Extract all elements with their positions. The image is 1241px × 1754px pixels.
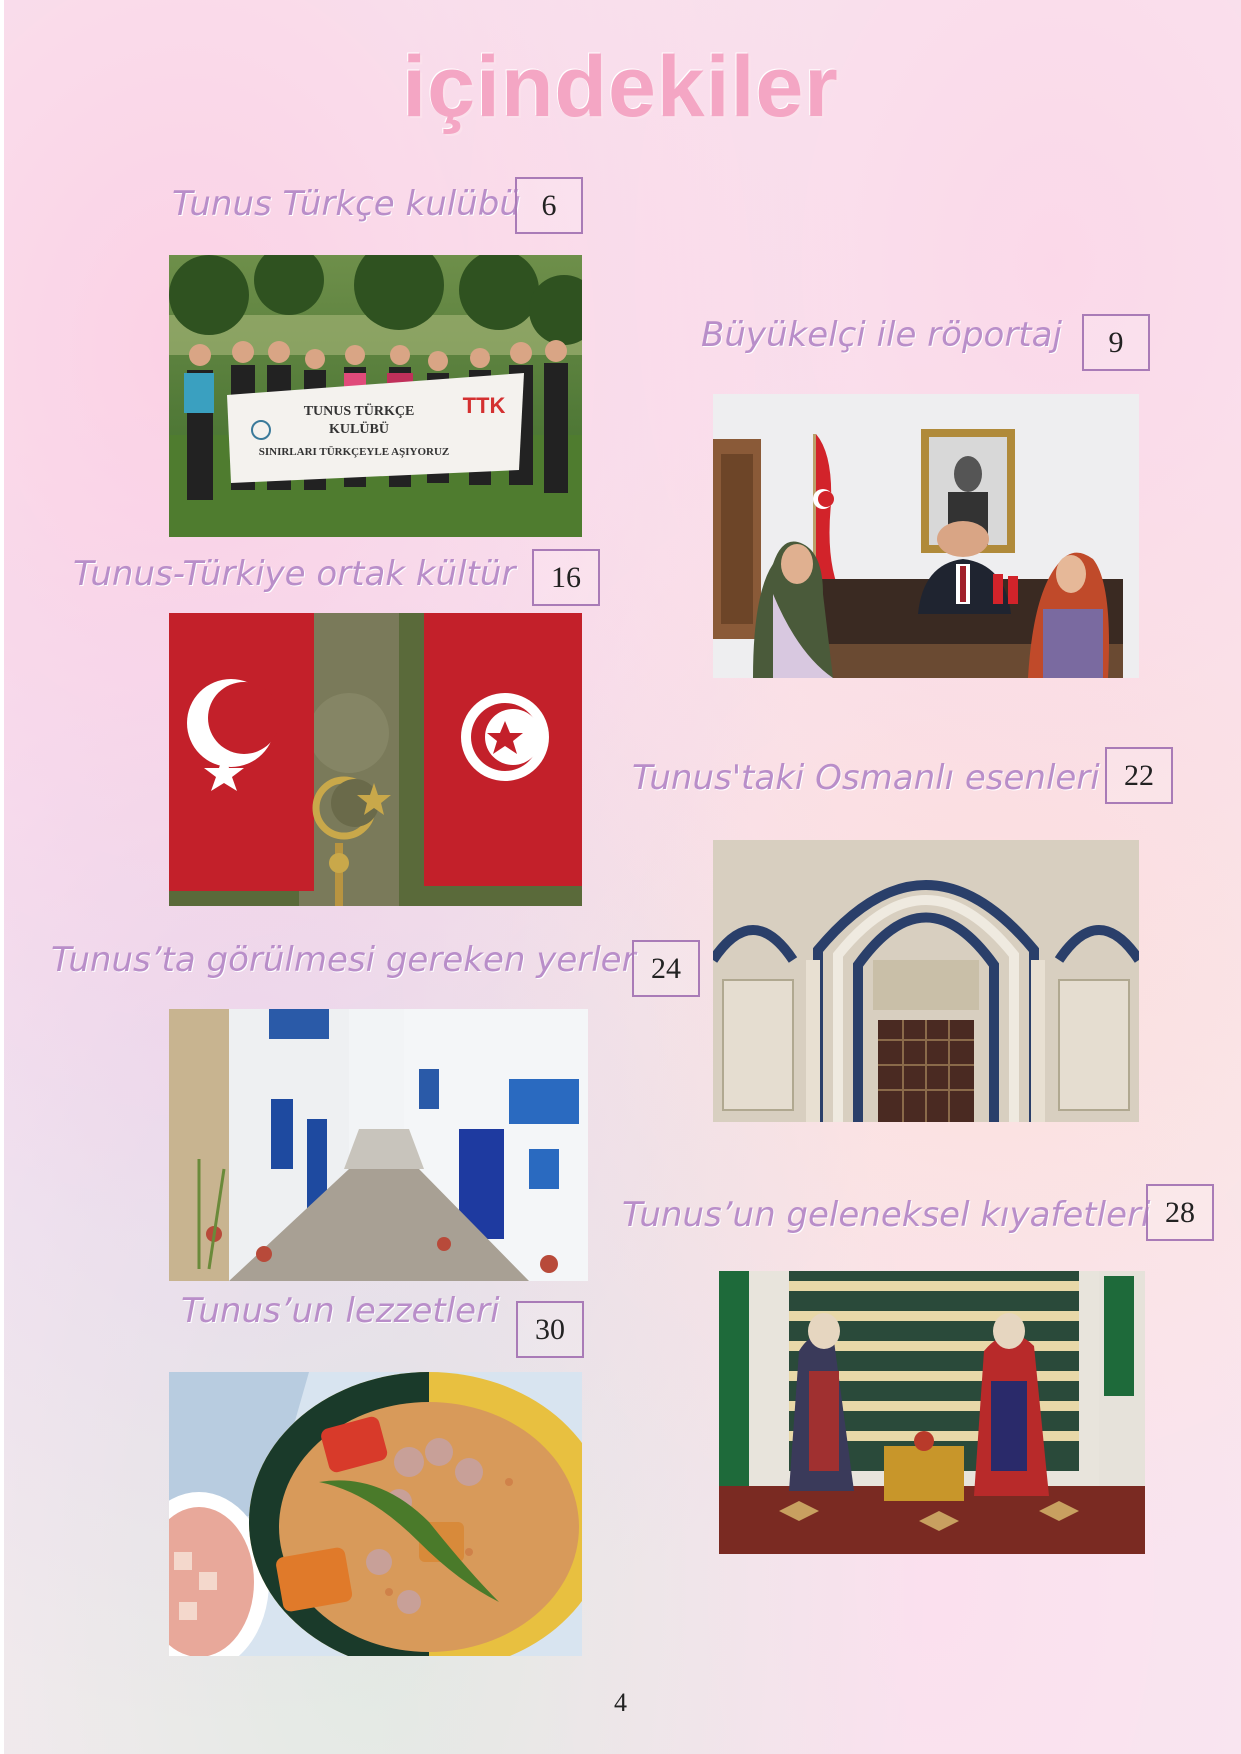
banner-line2: KULÜBÜ xyxy=(329,420,389,437)
toc-label: Tunus’un lezzetleri xyxy=(181,1291,500,1331)
blue-white-street-photo xyxy=(169,1009,588,1281)
page-title: içindekiler xyxy=(402,39,839,135)
toc-label: Tunus’un geleneksel kıyafetleri xyxy=(622,1195,1151,1235)
toc-entry-culture[interactable]: Tunus-Türkiye ortak kültür xyxy=(73,554,515,594)
toc-entry-flavors[interactable]: Tunus’un lezzetleri xyxy=(181,1291,500,1331)
toc-label: Tunus-Türkiye ortak kültür xyxy=(73,554,516,594)
toc-page-number: 22 xyxy=(1105,747,1173,804)
toc-label: Tunus Türkçe kulübü xyxy=(172,184,521,224)
page-number: 4 xyxy=(614,1688,627,1717)
flags-photo xyxy=(169,613,582,906)
couscous-dish-photo xyxy=(169,1372,582,1656)
toc-entry-places[interactable]: Tunus’ta görülmesi gereken yerler xyxy=(51,940,636,980)
club-group-banner-photo: TUNUS TÜRKÇE KULÜBÜ SINIRLARI TÜRKÇEYLE … xyxy=(169,255,582,537)
toc-page-number: 6 xyxy=(515,177,583,234)
banner-line1: TUNUS TÜRKÇE xyxy=(304,402,415,419)
ottoman-doorway-photo xyxy=(713,840,1139,1122)
banner-logo: TTK xyxy=(463,393,506,418)
banner-line3: SINIRLARI TÜRKÇEYLE AŞIYORUZ xyxy=(259,445,450,458)
toc-page-number: 24 xyxy=(632,940,700,997)
toc-label: Tunus'taki Osmanlı esenleri xyxy=(632,758,1100,798)
ambassador-office-photo xyxy=(713,394,1139,678)
toc-page-number: 9 xyxy=(1082,314,1150,371)
toc-entry-club[interactable]: Tunus Türkçe kulübü xyxy=(172,184,521,224)
toc-entry-ambassador[interactable]: Büyükelçi ile röportaj xyxy=(701,315,1062,355)
toc-entry-costumes[interactable]: Tunus’un geleneksel kıyafetleri xyxy=(622,1195,1150,1235)
toc-page-number: 28 xyxy=(1146,1184,1214,1241)
toc-page-number: 30 xyxy=(516,1301,584,1358)
toc-entry-ottoman[interactable]: Tunus'taki Osmanlı esenleri xyxy=(632,758,1100,798)
page-edge xyxy=(0,0,4,1754)
traditional-costume-photo xyxy=(719,1271,1145,1554)
toc-page-number: 16 xyxy=(532,549,600,606)
toc-label: Büyükelçi ile röportaj xyxy=(701,315,1062,355)
toc-label: Tunus’ta görülmesi gereken yerler xyxy=(51,940,636,980)
